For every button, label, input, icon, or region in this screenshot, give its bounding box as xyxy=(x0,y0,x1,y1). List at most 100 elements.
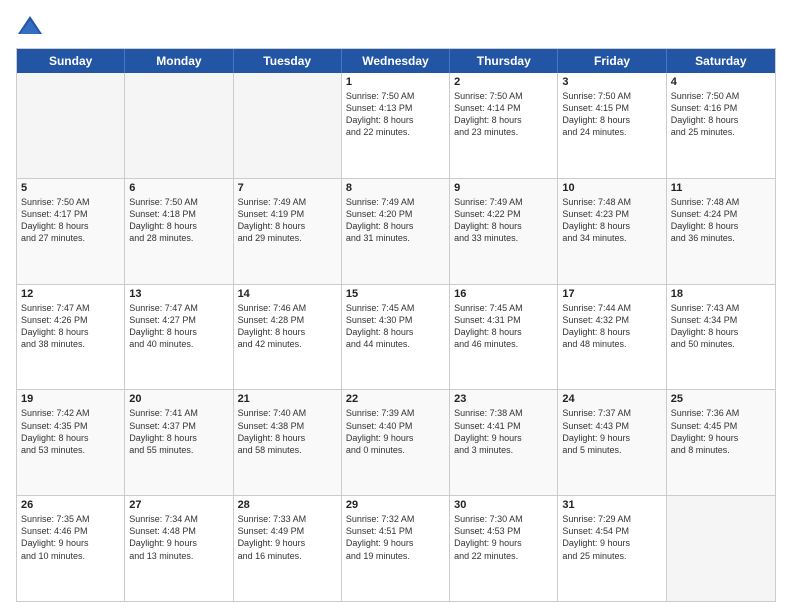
calendar-cell: 12Sunrise: 7:47 AM Sunset: 4:26 PM Dayli… xyxy=(17,285,125,390)
calendar-cell xyxy=(234,73,342,178)
cell-text: Sunrise: 7:33 AM Sunset: 4:49 PM Dayligh… xyxy=(238,513,337,562)
calendar-body: 1 Sunrise: 7:50 AM Sunset: 4:13 PM Daylig… xyxy=(17,73,775,601)
day-number: 28 xyxy=(238,499,337,511)
calendar-cell: 22 Sunrise: 7:39 AM Sunset: 4:40 PM Dayli… xyxy=(342,390,450,495)
calendar-cell xyxy=(125,73,233,178)
day-number: 1 xyxy=(346,76,445,88)
day-number: 21 xyxy=(238,393,337,405)
calendar-cell xyxy=(17,73,125,178)
calendar-cell: 3Sunrise: 7:50 AM Sunset: 4:15 PM Daylig… xyxy=(558,73,666,178)
cell-text: Sunrise: 7:50 AM Sunset: 4:15 PM Dayligh… xyxy=(562,90,661,139)
logo-icon xyxy=(16,12,44,40)
calendar-header-day: Thursday xyxy=(450,49,558,73)
day-number: 12 xyxy=(21,288,120,300)
calendar-row: 1 Sunrise: 7:50 AM Sunset: 4:13 PM Daylig… xyxy=(17,73,775,178)
day-number: 26 xyxy=(21,499,120,511)
day-number: 25 xyxy=(671,393,771,405)
cell-text: Sunrise: 7:49 AM Sunset: 4:22 PM Dayligh… xyxy=(454,196,553,245)
cell-text: Sunrise: 7:34 AM Sunset: 4:48 PM Dayligh… xyxy=(129,513,228,562)
cell-text: Sunrise: 7:35 AM Sunset: 4:46 PM Dayligh… xyxy=(21,513,120,562)
cell-text: Sunrise: 7:45 AM Sunset: 4:31 PM Dayligh… xyxy=(454,302,553,351)
calendar-cell: 18 Sunrise: 7:43 AM Sunset: 4:34 PM Dayli… xyxy=(667,285,775,390)
cell-text: Sunrise: 7:46 AM Sunset: 4:28 PM Dayligh… xyxy=(238,302,337,351)
day-number: 11 xyxy=(671,182,771,194)
cell-text: Sunrise: 7:47 AM Sunset: 4:27 PM Dayligh… xyxy=(129,302,228,351)
calendar-cell: 10 Sunrise: 7:48 AM Sunset: 4:23 PM Dayli… xyxy=(558,179,666,284)
calendar-row: 26 Sunrise: 7:35 AM Sunset: 4:46 PM Dayli… xyxy=(17,495,775,601)
calendar-header-day: Monday xyxy=(125,49,233,73)
day-number: 18 xyxy=(671,288,771,300)
calendar-cell: 5 Sunrise: 7:50 AM Sunset: 4:17 PM Daylig… xyxy=(17,179,125,284)
cell-text: Sunrise: 7:50 AM Sunset: 4:17 PM Dayligh… xyxy=(21,196,120,245)
day-number: 4 xyxy=(671,76,771,88)
cell-text: Sunrise: 7:44 AM Sunset: 4:32 PM Dayligh… xyxy=(562,302,661,351)
calendar-cell: 15 Sunrise: 7:45 AM Sunset: 4:30 PM Dayli… xyxy=(342,285,450,390)
cell-text: Sunrise: 7:41 AM Sunset: 4:37 PM Dayligh… xyxy=(129,407,228,456)
day-number: 10 xyxy=(562,182,661,194)
cell-text: Sunrise: 7:50 AM Sunset: 4:13 PM Dayligh… xyxy=(346,90,445,139)
calendar-cell: 19Sunrise: 7:42 AM Sunset: 4:35 PM Dayli… xyxy=(17,390,125,495)
calendar-cell: 27 Sunrise: 7:34 AM Sunset: 4:48 PM Dayli… xyxy=(125,496,233,601)
calendar-header-day: Friday xyxy=(558,49,666,73)
cell-text: Sunrise: 7:30 AM Sunset: 4:53 PM Dayligh… xyxy=(454,513,553,562)
header xyxy=(16,12,776,40)
cell-text: Sunrise: 7:45 AM Sunset: 4:30 PM Dayligh… xyxy=(346,302,445,351)
day-number: 15 xyxy=(346,288,445,300)
calendar-cell: 4 Sunrise: 7:50 AM Sunset: 4:16 PM Daylig… xyxy=(667,73,775,178)
day-number: 8 xyxy=(346,182,445,194)
day-number: 22 xyxy=(346,393,445,405)
cell-text: Sunrise: 7:39 AM Sunset: 4:40 PM Dayligh… xyxy=(346,407,445,456)
day-number: 27 xyxy=(129,499,228,511)
calendar-cell: 2 Sunrise: 7:50 AM Sunset: 4:14 PM Daylig… xyxy=(450,73,558,178)
cell-text: Sunrise: 7:40 AM Sunset: 4:38 PM Dayligh… xyxy=(238,407,337,456)
day-number: 9 xyxy=(454,182,553,194)
page: SundayMondayTuesdayWednesdayThursdayFrid… xyxy=(0,0,792,612)
calendar-row: 12Sunrise: 7:47 AM Sunset: 4:26 PM Dayli… xyxy=(17,284,775,390)
calendar-cell: 17Sunrise: 7:44 AM Sunset: 4:32 PM Dayli… xyxy=(558,285,666,390)
calendar-cell: 26 Sunrise: 7:35 AM Sunset: 4:46 PM Dayli… xyxy=(17,496,125,601)
calendar-header-day: Tuesday xyxy=(234,49,342,73)
cell-text: Sunrise: 7:38 AM Sunset: 4:41 PM Dayligh… xyxy=(454,407,553,456)
cell-text: Sunrise: 7:50 AM Sunset: 4:18 PM Dayligh… xyxy=(129,196,228,245)
day-number: 30 xyxy=(454,499,553,511)
calendar-header: SundayMondayTuesdayWednesdayThursdayFrid… xyxy=(17,49,775,73)
day-number: 5 xyxy=(21,182,120,194)
calendar-cell: 8 Sunrise: 7:49 AM Sunset: 4:20 PM Daylig… xyxy=(342,179,450,284)
calendar-header-day: Sunday xyxy=(17,49,125,73)
calendar-cell: 7 Sunrise: 7:49 AM Sunset: 4:19 PM Daylig… xyxy=(234,179,342,284)
calendar-header-day: Wednesday xyxy=(342,49,450,73)
day-number: 19 xyxy=(21,393,120,405)
day-number: 20 xyxy=(129,393,228,405)
calendar-header-day: Saturday xyxy=(667,49,775,73)
calendar-cell: 9 Sunrise: 7:49 AM Sunset: 4:22 PM Daylig… xyxy=(450,179,558,284)
cell-text: Sunrise: 7:48 AM Sunset: 4:23 PM Dayligh… xyxy=(562,196,661,245)
day-number: 6 xyxy=(129,182,228,194)
day-number: 7 xyxy=(238,182,337,194)
calendar: SundayMondayTuesdayWednesdayThursdayFrid… xyxy=(16,48,776,602)
cell-text: Sunrise: 7:43 AM Sunset: 4:34 PM Dayligh… xyxy=(671,302,771,351)
calendar-cell: 6 Sunrise: 7:50 AM Sunset: 4:18 PM Daylig… xyxy=(125,179,233,284)
cell-text: Sunrise: 7:32 AM Sunset: 4:51 PM Dayligh… xyxy=(346,513,445,562)
cell-text: Sunrise: 7:49 AM Sunset: 4:20 PM Dayligh… xyxy=(346,196,445,245)
cell-text: Sunrise: 7:50 AM Sunset: 4:16 PM Dayligh… xyxy=(671,90,771,139)
calendar-cell xyxy=(667,496,775,601)
day-number: 14 xyxy=(238,288,337,300)
day-number: 29 xyxy=(346,499,445,511)
cell-text: Sunrise: 7:48 AM Sunset: 4:24 PM Dayligh… xyxy=(671,196,771,245)
calendar-cell: 24Sunrise: 7:37 AM Sunset: 4:43 PM Dayli… xyxy=(558,390,666,495)
cell-text: Sunrise: 7:36 AM Sunset: 4:45 PM Dayligh… xyxy=(671,407,771,456)
calendar-cell: 20 Sunrise: 7:41 AM Sunset: 4:37 PM Dayli… xyxy=(125,390,233,495)
cell-text: Sunrise: 7:37 AM Sunset: 4:43 PM Dayligh… xyxy=(562,407,661,456)
cell-text: Sunrise: 7:49 AM Sunset: 4:19 PM Dayligh… xyxy=(238,196,337,245)
day-number: 23 xyxy=(454,393,553,405)
calendar-cell: 11 Sunrise: 7:48 AM Sunset: 4:24 PM Dayli… xyxy=(667,179,775,284)
calendar-row: 5 Sunrise: 7:50 AM Sunset: 4:17 PM Daylig… xyxy=(17,178,775,284)
calendar-cell: 29 Sunrise: 7:32 AM Sunset: 4:51 PM Dayli… xyxy=(342,496,450,601)
calendar-cell: 25 Sunrise: 7:36 AM Sunset: 4:45 PM Dayli… xyxy=(667,390,775,495)
calendar-cell: 16Sunrise: 7:45 AM Sunset: 4:31 PM Dayli… xyxy=(450,285,558,390)
calendar-cell: 21 Sunrise: 7:40 AM Sunset: 4:38 PM Dayli… xyxy=(234,390,342,495)
calendar-cell: 1 Sunrise: 7:50 AM Sunset: 4:13 PM Daylig… xyxy=(342,73,450,178)
day-number: 2 xyxy=(454,76,553,88)
day-number: 13 xyxy=(129,288,228,300)
cell-text: Sunrise: 7:50 AM Sunset: 4:14 PM Dayligh… xyxy=(454,90,553,139)
